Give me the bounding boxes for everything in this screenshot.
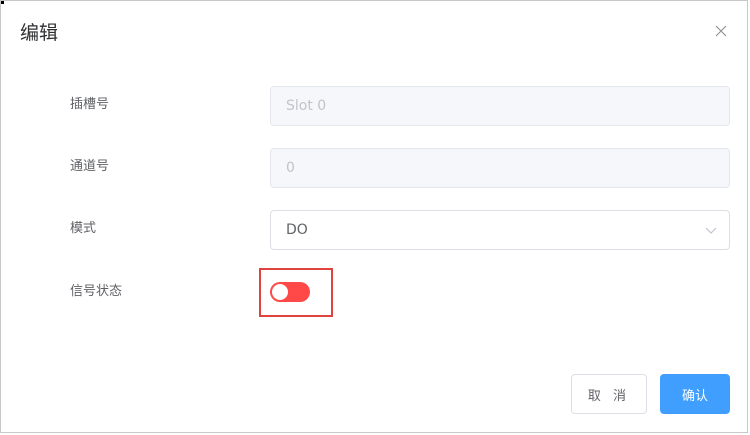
confirm-button[interactable]: 确认 (660, 374, 730, 414)
corner-marker (1, 1, 4, 4)
mode-select-value: DO (286, 222, 308, 238)
mode-select[interactable]: DO (270, 210, 730, 250)
slot-input[interactable]: Slot 0 (270, 86, 730, 126)
channel-input[interactable]: 0 (270, 148, 730, 188)
close-icon (715, 25, 727, 37)
close-button[interactable] (711, 21, 731, 41)
dialog-title: 编辑 (20, 22, 59, 44)
signal-state-label: 信号状态 (70, 284, 123, 299)
mode-label: 模式 (70, 221, 97, 236)
slot-label: 插槽号 (70, 97, 110, 112)
switch-knob (272, 284, 288, 300)
cancel-button[interactable]: 取 消 (571, 374, 647, 414)
signal-state-switch[interactable] (270, 282, 310, 302)
edit-dialog: 编辑 插槽号 Slot 0 通道号 0 模式 DO 信号状态 取 消 确认 (0, 0, 748, 433)
channel-label: 通道号 (70, 159, 110, 174)
chevron-down-icon (705, 227, 717, 234)
